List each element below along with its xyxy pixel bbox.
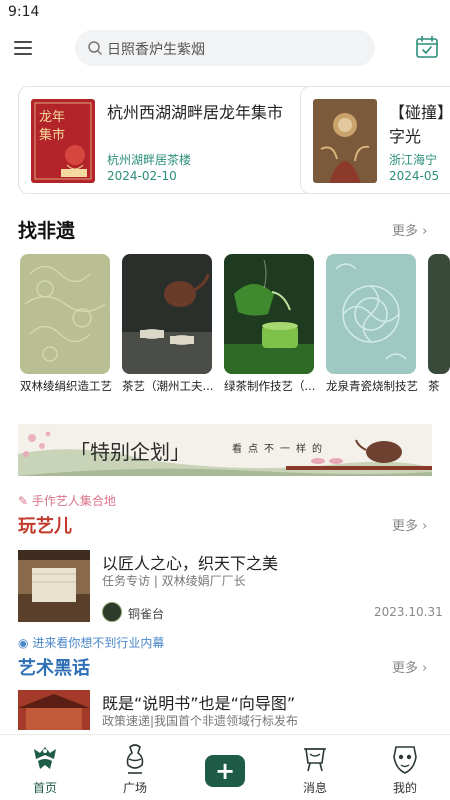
heritage-item-label: 双林绫绢织造工艺 — [20, 379, 112, 393]
jargon-article-card[interactable]: 既是“说明书”也是“向导图” 政策速递|我国首个非遗领域行标发布 — [0, 688, 450, 732]
jargon-article-image — [18, 690, 90, 730]
craft-section-tag: ✎ 手作艺人集合地 — [18, 492, 116, 509]
tab-label: 首页 — [32, 781, 57, 795]
status-bar: 9:14 — [0, 0, 450, 26]
craft-article-title: 以匠人之心，织天下之美 — [102, 554, 279, 573]
jargon-more-link[interactable]: 更多 › — [392, 657, 427, 676]
heritage-item-label: 茶 — [428, 379, 440, 393]
jargon-section-header: ◉ 进来看你想不到行业内幕 艺术黑话 更多 › — [0, 634, 450, 679]
search-icon — [88, 41, 102, 55]
calendar-icon[interactable] — [414, 34, 440, 60]
banner-subtitle: 看点不一样的 — [232, 444, 328, 455]
event-title: 【碰撞】数字光 — [389, 103, 450, 146]
heritage-item[interactable]: 茶艺（潮州工夫... — [122, 254, 214, 394]
heritage-image-celadon — [326, 254, 416, 374]
search-input[interactable]: 日照香炉生紫烟 — [75, 30, 375, 66]
craft-section-title: 玩艺儿 — [18, 516, 72, 537]
heritage-more-link[interactable]: 更多 › — [392, 220, 427, 239]
tab-label: 广场 — [122, 781, 147, 795]
tab-label: 消息 — [302, 781, 327, 795]
profile-mask-icon — [393, 746, 417, 774]
banner-title: 「特别企划」 — [70, 440, 190, 464]
heritage-item[interactable]: 双林绫绢织造工艺 — [20, 254, 112, 394]
event-poster-image: 龙年 集市 — [31, 99, 95, 183]
heritage-section-header: 找非遗 更多 › — [0, 214, 450, 242]
event-venue: 浙江海宁 — [389, 153, 438, 167]
home-emblem-icon — [34, 747, 56, 769]
craft-section-header: ✎ 手作艺人集合地 玩艺儿 更多 › — [0, 492, 450, 537]
heritage-image-partial — [428, 254, 450, 374]
heritage-item-label: 龙泉青瓷烧制技艺 — [326, 379, 418, 393]
craft-article-date: 2023.10.31 — [374, 605, 443, 619]
menu-icon[interactable] — [12, 36, 36, 60]
eye-icon: ◉ — [18, 636, 29, 650]
craft-article-author[interactable]: 铜雀台 — [128, 605, 164, 622]
event-card[interactable]: 【碰撞】数字光 浙江海宁 2024-05 — [300, 86, 450, 194]
craft-article-card[interactable]: 以匠人之心，织天下之美 任务专访 | 双林绫娟厂厂长 铜雀台 2023.10.3… — [0, 548, 450, 624]
heritage-item[interactable]: 龙泉青瓷烧制技艺 — [326, 254, 418, 394]
heritage-item-label: 绿茶制作技艺（... — [224, 379, 316, 393]
messages-bronze-icon — [304, 748, 326, 772]
event-date: 2024-02-10 — [107, 169, 177, 183]
event-title: 杭州西湖湖畔居龙年集市 — [107, 103, 284, 122]
jargon-article-subtitle: 政策速递|我国首个非遗领域行标发布 — [102, 714, 299, 728]
jargon-article-title: 既是“说明书”也是“向导图” — [102, 694, 296, 713]
status-time: 9:14 — [8, 4, 40, 20]
event-card[interactable]: 龙年 集市 杭州西湖湖畔居龙年集市 杭州湖畔居茶楼 2024-02-10 — [18, 86, 314, 194]
craft-tag-text: 手作艺人集合地 — [31, 494, 116, 508]
heritage-item[interactable]: 绿茶制作技艺（... — [224, 254, 316, 394]
event-venue: 杭州湖畔居茶楼 — [107, 153, 192, 167]
tab-messages[interactable]: 消息 — [270, 735, 360, 800]
tab-square[interactable]: 广场 — [90, 735, 180, 800]
heritage-image-tea-art — [122, 254, 212, 374]
author-avatar[interactable] — [102, 602, 122, 622]
tab-profile[interactable]: 我的 — [360, 735, 450, 800]
tab-label: 我的 — [392, 781, 417, 795]
craft-more-link[interactable]: 更多 › — [392, 515, 427, 534]
event-carousel[interactable]: 龙年 集市 杭州西湖湖畔居龙年集市 杭州湖畔居茶楼 2024-02-10 【碰撞… — [0, 86, 450, 196]
heritage-image-green-tea — [224, 254, 314, 374]
heritage-item[interactable]: 茶 — [428, 254, 450, 394]
jargon-section-tag: ◉ 进来看你想不到行业内幕 — [18, 634, 164, 651]
more-label: 更多 — [392, 519, 419, 534]
jargon-section-title: 艺术黑话 — [18, 658, 90, 679]
craft-article-subtitle: 任务专访 | 双林绫娟厂厂长 — [102, 574, 246, 588]
heritage-image-silk — [20, 254, 110, 374]
search-placeholder: 日照香炉生紫烟 — [107, 42, 205, 58]
heritage-section-title: 找非遗 — [18, 220, 76, 242]
heritage-list[interactable]: 双林绫绢织造工艺 茶艺（潮州工夫... 绿茶制作技艺（... 龙泉青瓷烧制技艺 … — [0, 254, 450, 400]
bottom-tab-bar: 首页 广场 + 消息 我的 — [0, 734, 450, 800]
plus-icon: + — [214, 757, 236, 785]
special-feature-banner[interactable]: 「特别企划」 看点不一样的 — [18, 424, 432, 476]
square-vessel-icon — [126, 744, 144, 774]
add-post-button[interactable]: + — [205, 755, 245, 787]
more-label: 更多 — [392, 224, 419, 239]
heritage-item-label: 茶艺（潮州工夫... — [122, 379, 214, 393]
event-poster-image — [313, 99, 377, 183]
top-bar: 日照香炉生紫烟 — [0, 28, 450, 72]
tab-home[interactable]: 首页 — [0, 735, 90, 800]
jargon-tag-text: 进来看你想不到行业内幕 — [32, 636, 165, 650]
craft-article-image — [18, 550, 90, 622]
event-date: 2024-05 — [389, 169, 440, 183]
svg-text:集市: 集市 — [39, 127, 65, 143]
svg-text:龙年: 龙年 — [39, 110, 65, 125]
more-label: 更多 — [392, 661, 419, 676]
pencil-icon: ✎ — [18, 494, 29, 508]
